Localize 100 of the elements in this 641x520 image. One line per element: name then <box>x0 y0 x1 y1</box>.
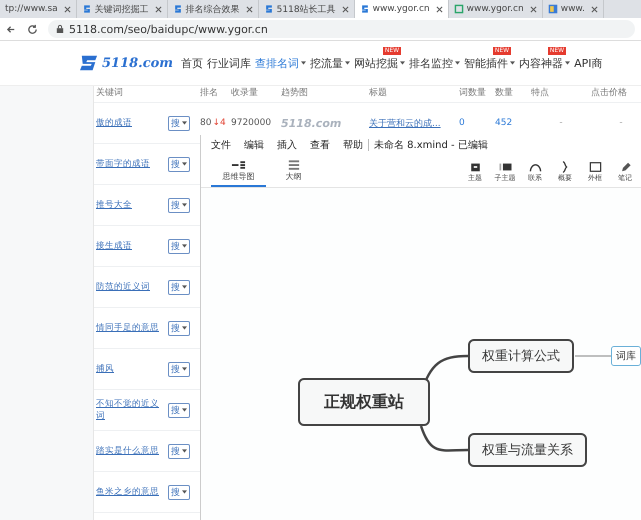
rank-change: ↓4 <box>212 118 226 128</box>
keyword-link[interactable]: 不知不觉的近义词 <box>96 398 166 422</box>
nav-link[interactable]: 挖流量 <box>310 56 344 70</box>
search-dropdown[interactable]: 搜 <box>168 484 190 500</box>
column-header: 排名 <box>200 86 219 99</box>
column-header: 数量 <box>495 86 514 99</box>
search-dropdown[interactable]: 搜 <box>168 116 190 130</box>
square-icon <box>454 4 464 14</box>
subtopic-node[interactable]: 词库 <box>611 346 641 366</box>
caret-icon[interactable] <box>182 408 187 412</box>
menu-item[interactable]: 帮助 <box>343 138 363 152</box>
search-dropdown[interactable]: 搜 <box>168 362 190 376</box>
nav-link[interactable]: 首页 <box>181 56 204 70</box>
column-header: 标题 <box>369 86 388 99</box>
mindmap-icon <box>231 159 246 171</box>
menu-item[interactable]: 编辑 <box>244 138 264 152</box>
close-icon[interactable] <box>530 6 537 12</box>
topic-node[interactable]: 权重与流量关系 <box>468 433 587 467</box>
close-icon[interactable] <box>342 6 349 12</box>
nav-link[interactable]: 智能插件 <box>464 56 508 70</box>
keyword-link[interactable]: 情同手足的意思 <box>96 322 159 334</box>
search-dropdown[interactable]: 搜 <box>168 156 190 172</box>
caret-icon[interactable] <box>182 449 187 453</box>
nav-link[interactable]: 排名监控 <box>409 56 454 70</box>
keyword-link[interactable]: 鱼米之乡的意思 <box>96 486 159 498</box>
connector-line <box>420 426 468 452</box>
keyword-link[interactable]: 傲的成语 <box>96 117 132 129</box>
search-dropdown[interactable]: 搜 <box>168 320 190 336</box>
search-dropdown[interactable]: 搜 <box>168 198 190 212</box>
nav-link[interactable]: API商 <box>574 56 602 70</box>
keyword-link[interactable]: 推号大全 <box>96 199 132 211</box>
nav-link[interactable]: 内容神器 <box>519 56 564 70</box>
menu-item[interactable]: 查看 <box>310 138 330 152</box>
column-header: 点击价格 <box>591 86 628 99</box>
address-field[interactable]: 5118.com/seo/baidupc/www.ygor.cn <box>48 20 635 38</box>
column-header: 特点 <box>531 86 550 99</box>
back-icon[interactable] <box>6 24 17 34</box>
table-cell-text: 9720000 <box>231 118 272 128</box>
keyword-link[interactable]: 接生成语 <box>96 240 132 252</box>
site-logo-icon <box>172 4 183 14</box>
close-icon[interactable] <box>154 6 162 12</box>
subtopic-icon <box>498 161 512 173</box>
caret-icon[interactable] <box>455 61 460 65</box>
search-dropdown[interactable]: 搜 <box>168 444 190 458</box>
caret-icon[interactable] <box>510 61 516 65</box>
frame-icon <box>588 161 602 173</box>
caret-icon[interactable] <box>182 121 187 125</box>
logo-text[interactable]: 5118.com <box>102 56 174 70</box>
reload-icon[interactable] <box>27 24 38 34</box>
column-header: 趋势图 <box>281 86 309 99</box>
table-cell-text: - <box>558 118 564 128</box>
caret-icon[interactable] <box>182 244 187 248</box>
caret-icon[interactable] <box>301 61 306 65</box>
central-topic[interactable]: 正规权重站 <box>298 378 430 426</box>
keyword-link[interactable]: 捕风 <box>96 363 114 375</box>
title-link[interactable]: 关于营和云的成... <box>369 118 441 128</box>
logo-icon[interactable] <box>78 54 100 72</box>
nav-link[interactable]: 查排名词 <box>255 56 300 70</box>
connector-line <box>575 355 611 357</box>
search-dropdown[interactable]: 搜 <box>168 402 190 418</box>
trend-chart-logo: 5118.com <box>281 116 342 130</box>
close-icon[interactable] <box>590 6 598 12</box>
keyword-link[interactable]: 带面字的成语 <box>96 158 150 170</box>
keyword-link[interactable]: 踏实是什么意思 <box>96 445 159 457</box>
nav-link[interactable]: 网站挖掘 <box>354 56 398 70</box>
caret-icon[interactable] <box>182 490 187 494</box>
site-logo-icon <box>82 4 92 14</box>
curve-icon <box>528 161 542 173</box>
close-icon[interactable] <box>64 6 71 12</box>
caret-icon[interactable] <box>182 326 187 330</box>
caret-icon[interactable] <box>182 203 187 207</box>
count-link[interactable]: 0 <box>459 118 465 128</box>
keyword-link[interactable]: 防范的近义词 <box>96 281 150 293</box>
column-header: 关键词 <box>96 86 124 99</box>
search-dropdown[interactable]: 搜 <box>168 238 190 254</box>
search-dropdown[interactable]: 搜 <box>168 280 190 294</box>
table-cell-text: - <box>618 118 624 128</box>
site-logo-icon <box>264 4 274 14</box>
caret-icon[interactable] <box>565 61 570 65</box>
close-icon[interactable] <box>436 6 443 12</box>
rank-text: 80 <box>200 118 212 128</box>
browser-tab[interactable]: www.ygor.cn <box>354 0 449 18</box>
nav-link[interactable]: 行业词库 <box>207 56 252 70</box>
column-header: 词数量 <box>459 86 487 99</box>
menu-item[interactable]: 插入 <box>277 138 297 152</box>
caret-icon[interactable] <box>182 285 187 289</box>
menu-item[interactable]: 文件 <box>211 138 231 152</box>
caret-icon[interactable] <box>182 162 187 166</box>
lock-icon <box>56 24 64 34</box>
caret-icon[interactable] <box>345 61 350 65</box>
list-icon <box>286 159 301 171</box>
page-icon <box>548 4 558 14</box>
caret-icon[interactable] <box>400 61 406 65</box>
site-logo-icon <box>360 4 370 14</box>
view-tab[interactable]: 大纲 <box>266 159 321 187</box>
topic-node[interactable]: 权重计算公式 <box>468 339 574 373</box>
count-link[interactable]: 452 <box>495 118 512 128</box>
close-icon[interactable] <box>246 6 253 12</box>
caret-icon[interactable] <box>182 367 187 371</box>
column-header: 收录量 <box>231 86 259 99</box>
